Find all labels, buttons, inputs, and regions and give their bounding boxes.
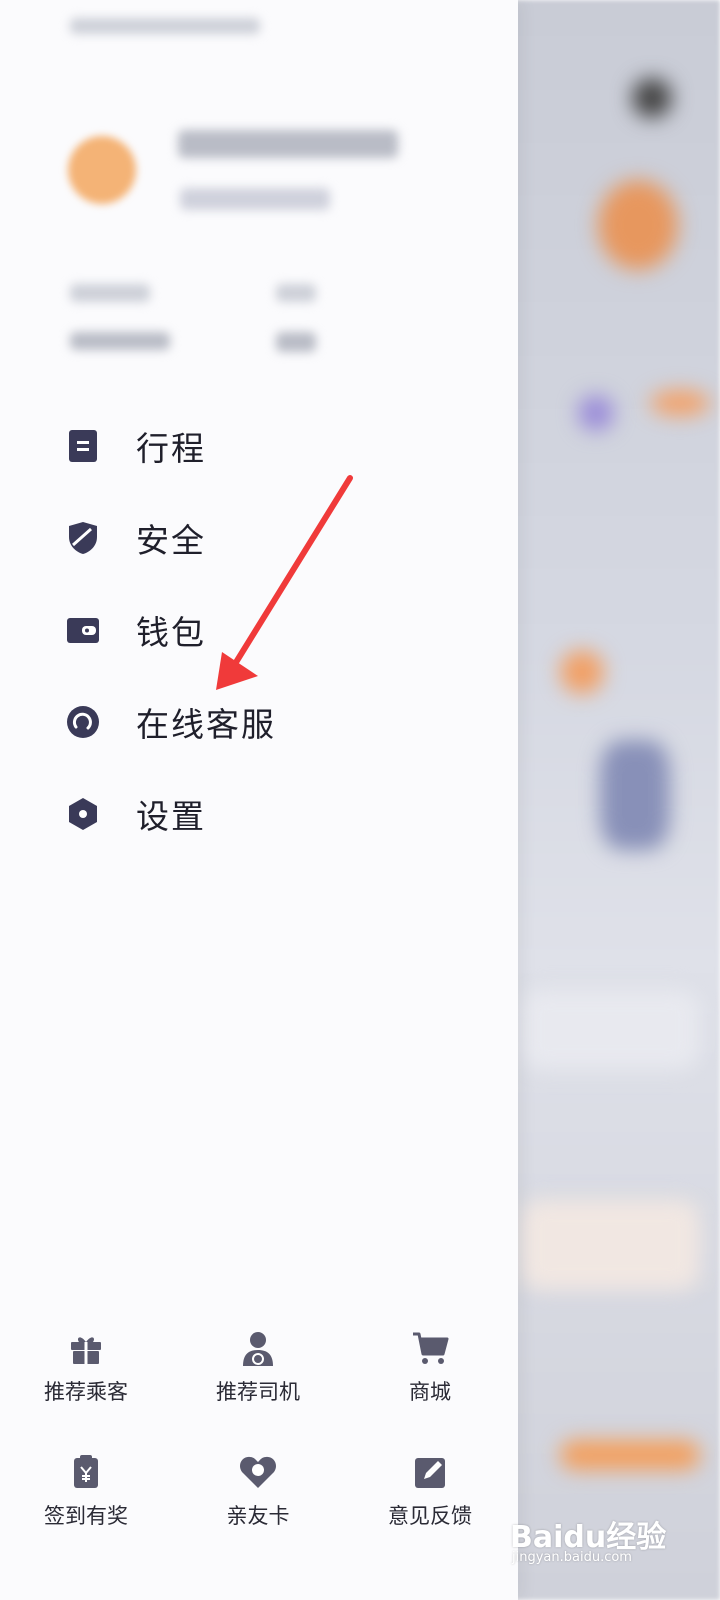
driver-icon [238, 1328, 278, 1368]
menu-item-settings[interactable]: 设置 [0, 768, 518, 860]
baidu-watermark: Baidu经验 jingyan.baidu.com [510, 1512, 680, 1572]
grid-item-recommend-passenger[interactable]: 推荐乘客 [0, 1320, 172, 1440]
shield-icon [66, 521, 100, 555]
menu-item-online-service[interactable]: 在线客服 [0, 676, 518, 768]
screen: 行程 安全 钱包 在线客服 设置 推荐乘客 推荐司机 商城 签到有奖 亲友卡 意… [0, 0, 720, 1600]
grid-label: 推荐司机 [216, 1380, 300, 1404]
watermark-url: jingyan.baidu.com [512, 1550, 632, 1565]
menu-label: 钱包 [136, 613, 206, 652]
feedback-icon [410, 1452, 450, 1492]
heart-card-icon [238, 1452, 278, 1492]
menu-item-safety[interactable]: 安全 [0, 492, 518, 584]
gift-icon [66, 1328, 106, 1368]
document-icon [66, 429, 100, 463]
menu-label: 设置 [136, 797, 206, 836]
grid-label: 亲友卡 [226, 1504, 290, 1528]
menu-label: 行程 [136, 429, 206, 468]
menu-item-wallet[interactable]: 钱包 [0, 584, 518, 676]
map-panel [520, 1200, 700, 1290]
grid-item-family-card[interactable]: 亲友卡 [172, 1444, 344, 1564]
menu-label: 安全 [136, 521, 206, 560]
map-marker [578, 395, 614, 431]
username-blurred [178, 130, 398, 158]
grid-row: 签到有奖 亲友卡 意见反馈 [0, 1444, 518, 1568]
grid-label: 签到有奖 [44, 1504, 128, 1528]
shortcut-grid: 推荐乘客 推荐司机 商城 签到有奖 亲友卡 意见反馈 [0, 1320, 518, 1568]
wallet-icon [66, 613, 100, 647]
map-marker [650, 390, 710, 416]
map-panel [520, 990, 700, 1070]
grid-label: 推荐乘客 [44, 1380, 128, 1404]
stat-label-blurred [70, 332, 170, 350]
grid-label: 商城 [409, 1380, 451, 1404]
checkin-icon [66, 1452, 106, 1492]
customer-service-icon [66, 705, 100, 739]
member-badge-blurred[interactable] [180, 188, 330, 210]
drawer-menu: 行程 安全 钱包 在线客服 设置 [0, 400, 518, 860]
menu-item-trips[interactable]: 行程 [0, 400, 518, 492]
stat-value-blurred [276, 332, 316, 352]
grid-item-recommend-driver[interactable]: 推荐司机 [172, 1320, 344, 1440]
side-drawer: 行程 安全 钱包 在线客服 设置 推荐乘客 推荐司机 商城 签到有奖 亲友卡 意… [0, 0, 518, 1600]
avatar[interactable] [68, 136, 136, 204]
grid-label: 意见反馈 [388, 1504, 472, 1528]
cart-icon [410, 1328, 450, 1368]
map-button [632, 78, 672, 118]
map-button [560, 1440, 700, 1470]
stat-value-blurred [276, 284, 316, 302]
map-marker [600, 740, 670, 850]
map-marker [598, 180, 678, 270]
status-bar-blurred [70, 18, 260, 34]
map-marker [560, 650, 604, 694]
grid-item-feedback[interactable]: 意见反馈 [344, 1444, 516, 1564]
grid-item-mall[interactable]: 商城 [344, 1320, 516, 1440]
grid-row: 推荐乘客 推荐司机 商城 [0, 1320, 518, 1444]
menu-label: 在线客服 [136, 705, 276, 744]
settings-icon [66, 797, 100, 831]
stat-label-blurred [70, 284, 150, 302]
grid-item-checkin-reward[interactable]: 签到有奖 [0, 1444, 172, 1564]
